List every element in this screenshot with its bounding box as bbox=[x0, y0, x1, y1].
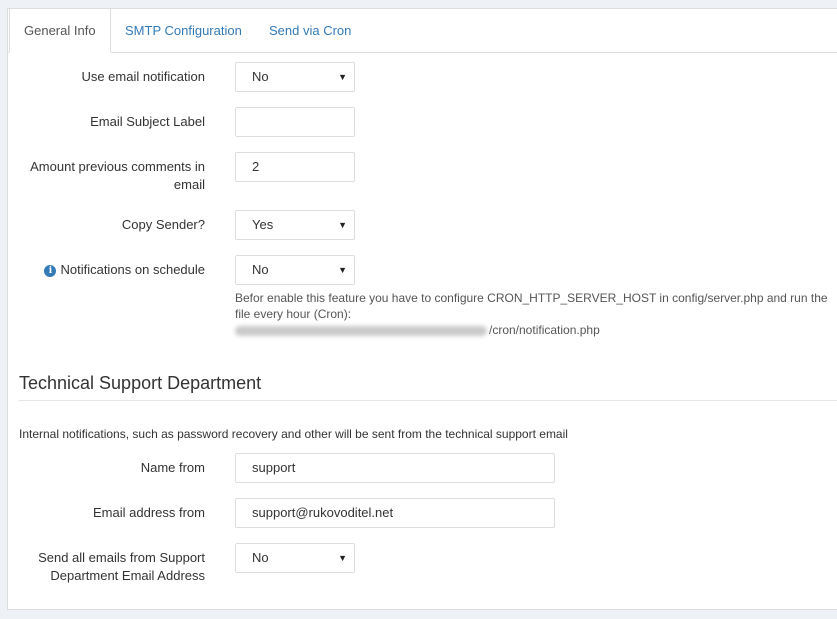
tab-bar: General Info SMTP Configuration Send via… bbox=[8, 9, 837, 53]
info-icon[interactable]: i bbox=[44, 265, 57, 277]
amount-previous-comments-input[interactable]: 2 bbox=[235, 152, 355, 182]
chevron-down-icon: ▼ bbox=[338, 220, 347, 230]
chevron-down-icon: ▼ bbox=[338, 553, 347, 563]
send-all-from-support-value: No bbox=[252, 550, 269, 565]
name-from-value: support bbox=[252, 460, 296, 475]
email-subject-label-label: Email Subject Label bbox=[90, 114, 205, 129]
name-from-input[interactable]: support bbox=[235, 453, 555, 483]
notifications-on-schedule-label: i Notifications on schedule bbox=[5, 261, 205, 279]
email-address-from-value: support@rukovoditel.net bbox=[252, 505, 394, 520]
email-address-from-input[interactable]: support@rukovoditel.net bbox=[235, 498, 555, 528]
use-email-notification-select[interactable]: No ▼ bbox=[235, 62, 355, 92]
cron-hint-line1: Befor enable this feature you have to co… bbox=[235, 291, 828, 305]
send-all-from-support-label: Send all emails from Support Department … bbox=[5, 549, 205, 585]
amount-previous-comments-label-line1: Amount previous comments in bbox=[30, 159, 205, 174]
amount-previous-comments-label-line2: email bbox=[173, 177, 205, 192]
section-divider bbox=[19, 400, 837, 401]
send-all-from-support-label-line2: Department Email Address bbox=[50, 568, 205, 583]
copy-sender-label: Copy Sender? bbox=[121, 217, 205, 232]
use-email-notification-label: Use email notification bbox=[81, 69, 205, 84]
chevron-down-icon: ▼ bbox=[338, 72, 347, 82]
tab-general-info[interactable]: General Info bbox=[9, 9, 111, 53]
amount-previous-comments-value: 2 bbox=[252, 159, 260, 174]
copy-sender-select[interactable]: Yes ▼ bbox=[235, 210, 355, 240]
tab-smtp-configuration[interactable]: SMTP Configuration bbox=[111, 9, 256, 52]
cron-hint-text: Befor enable this feature you have to co… bbox=[235, 290, 837, 338]
copy-sender-value: Yes bbox=[252, 217, 274, 232]
tab-send-via-cron[interactable]: Send via Cron bbox=[255, 9, 365, 52]
send-all-from-support-select[interactable]: No ▼ bbox=[235, 543, 355, 573]
support-note: Internal notifications, such as password… bbox=[19, 427, 568, 441]
cron-hint-path-suffix: /cron/notification.php bbox=[489, 323, 600, 337]
notifications-on-schedule-value: No bbox=[252, 262, 269, 277]
notifications-on-schedule-label-text: Notifications on schedule bbox=[60, 262, 205, 277]
notifications-on-schedule-select[interactable]: No ▼ bbox=[235, 255, 355, 285]
chevron-down-icon: ▼ bbox=[338, 265, 347, 275]
settings-panel: General Info SMTP Configuration Send via… bbox=[7, 8, 837, 610]
email-address-from-label: Email address from bbox=[93, 505, 205, 520]
send-all-from-support-label-line1: Send all emails from Support bbox=[38, 550, 205, 565]
section-title-technical-support: Technical Support Department bbox=[19, 373, 262, 393]
name-from-label: Name from bbox=[140, 460, 205, 475]
email-subject-label-input[interactable] bbox=[235, 107, 355, 137]
amount-previous-comments-label: Amount previous comments in email bbox=[5, 158, 205, 194]
cron-hint-line2: file every hour (Cron): bbox=[235, 307, 352, 321]
use-email-notification-value: No bbox=[252, 69, 269, 84]
redacted-path bbox=[235, 325, 487, 336]
